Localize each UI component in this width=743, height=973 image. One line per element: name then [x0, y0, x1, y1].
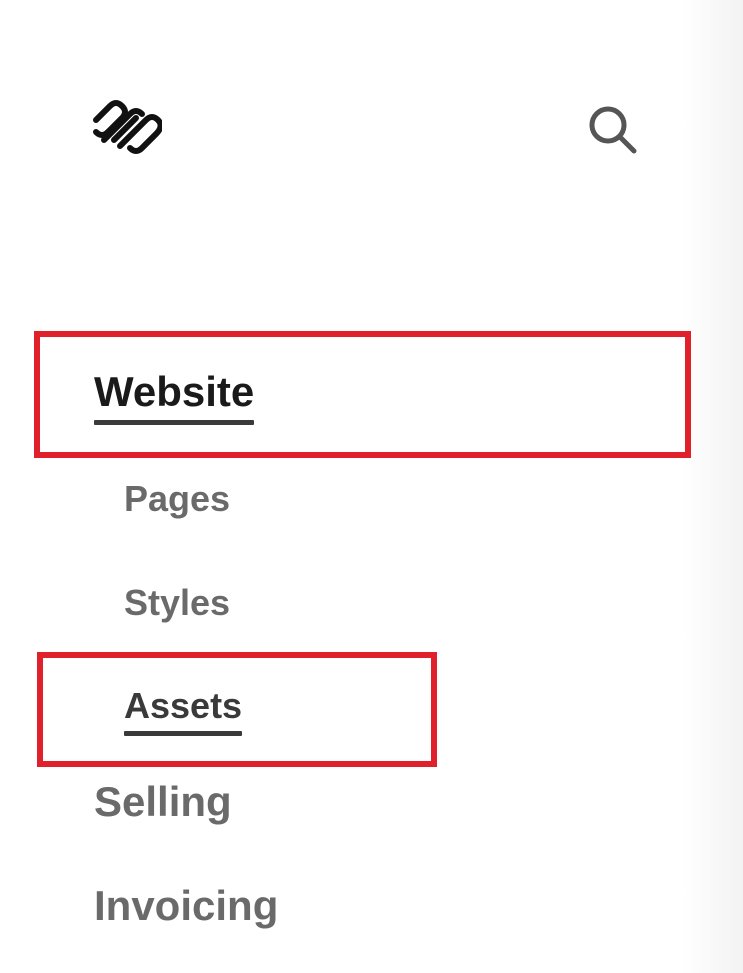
nav-item-invoicing[interactable]: Invoicing: [94, 885, 278, 927]
panel-edge-shade: [683, 0, 743, 973]
active-underline: [124, 731, 243, 736]
nav-item-selling-label: Selling: [94, 778, 232, 825]
nav-subitem-styles-label: Styles: [124, 582, 231, 623]
nav-subitem-styles[interactable]: Styles: [124, 585, 230, 621]
nav-item-website[interactable]: Website: [94, 368, 255, 425]
nav-item-website-label: Website: [94, 368, 255, 415]
nav-item-invoicing-label: Invoicing: [94, 882, 279, 929]
nav-subitem-assets-label: Assets: [124, 685, 243, 726]
nav-subitem-assets[interactable]: Assets: [124, 685, 243, 736]
search-button[interactable]: [585, 102, 639, 156]
nav-subitem-pages[interactable]: Pages: [124, 481, 230, 517]
squarespace-logo-icon[interactable]: [90, 96, 164, 156]
active-underline: [94, 420, 255, 425]
nav-subitem-pages-label: Pages: [124, 478, 231, 519]
nav-item-selling[interactable]: Selling: [94, 781, 232, 823]
search-icon: [589, 106, 637, 154]
